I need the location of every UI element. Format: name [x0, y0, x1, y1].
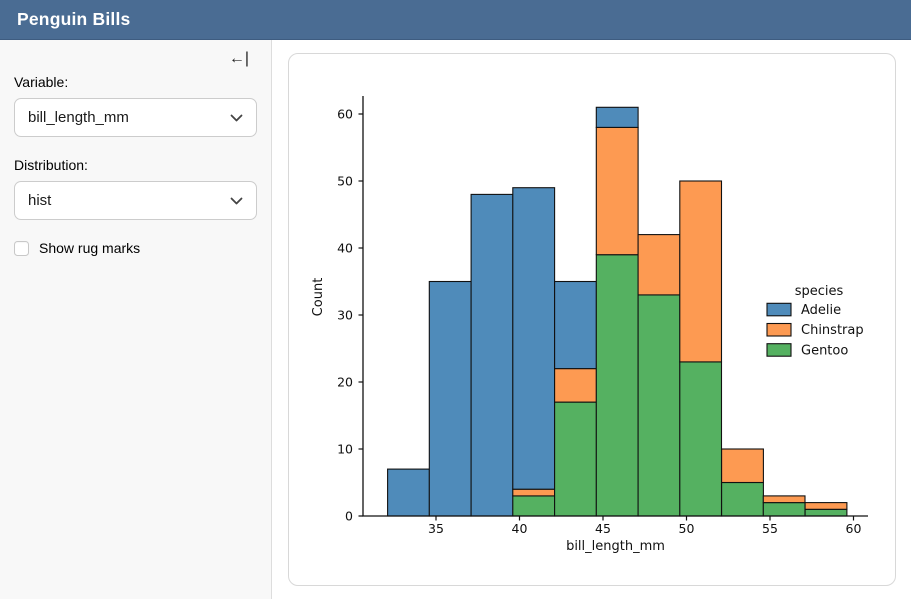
variable-label: Variable: [14, 74, 257, 90]
svg-text:20: 20 [337, 375, 353, 390]
histogram-plot: 35 40 45 50 55 60 0 10 20 30 40 50 60 bill_length_mm C… [289, 54, 895, 585]
svg-text:species: species [795, 284, 844, 299]
variable-select-value: bill_length_mm [28, 109, 129, 126]
sidebar-collapse-button[interactable]: ←| [229, 51, 249, 67]
rug-checkbox-row[interactable]: Show rug marks [14, 240, 257, 256]
svg-text:45: 45 [595, 521, 611, 536]
app-title: Penguin Bills [17, 9, 130, 30]
app-body: ←| Variable: bill_length_mm Distribution… [0, 40, 911, 599]
svg-text:30: 30 [337, 308, 353, 323]
chevron-down-icon [230, 197, 243, 205]
distribution-select[interactable]: hist [14, 181, 257, 220]
svg-text:10: 10 [337, 442, 353, 457]
svg-text:55: 55 [762, 521, 778, 536]
plot-card: 35 40 45 50 55 60 0 10 20 30 40 50 60 bill_length_mm C… [288, 53, 896, 586]
svg-text:50: 50 [337, 174, 353, 189]
sidebar: ←| Variable: bill_length_mm Distribution… [0, 40, 272, 599]
svg-text:0: 0 [345, 509, 353, 524]
variable-select[interactable]: bill_length_mm [14, 98, 257, 137]
svg-text:bill_length_mm: bill_length_mm [566, 539, 665, 554]
svg-text:40: 40 [337, 241, 353, 256]
svg-text:Chinstrap: Chinstrap [801, 323, 864, 338]
svg-text:Gentoo: Gentoo [801, 343, 848, 358]
distribution-select-value: hist [28, 192, 51, 209]
chevron-down-icon [230, 114, 243, 122]
svg-text:35: 35 [428, 521, 444, 536]
distribution-label: Distribution: [14, 157, 257, 173]
rug-checkbox[interactable] [14, 241, 29, 256]
svg-text:60: 60 [337, 107, 353, 122]
app-header: Penguin Bills [0, 0, 911, 40]
svg-text:60: 60 [846, 521, 862, 536]
main-panel: 35 40 45 50 55 60 0 10 20 30 40 50 60 bill_length_mm C… [272, 40, 911, 599]
svg-text:Count: Count [311, 278, 326, 317]
svg-text:Adelie: Adelie [801, 303, 841, 318]
svg-text:40: 40 [512, 521, 528, 536]
svg-text:50: 50 [679, 521, 695, 536]
rug-checkbox-label: Show rug marks [39, 240, 140, 256]
